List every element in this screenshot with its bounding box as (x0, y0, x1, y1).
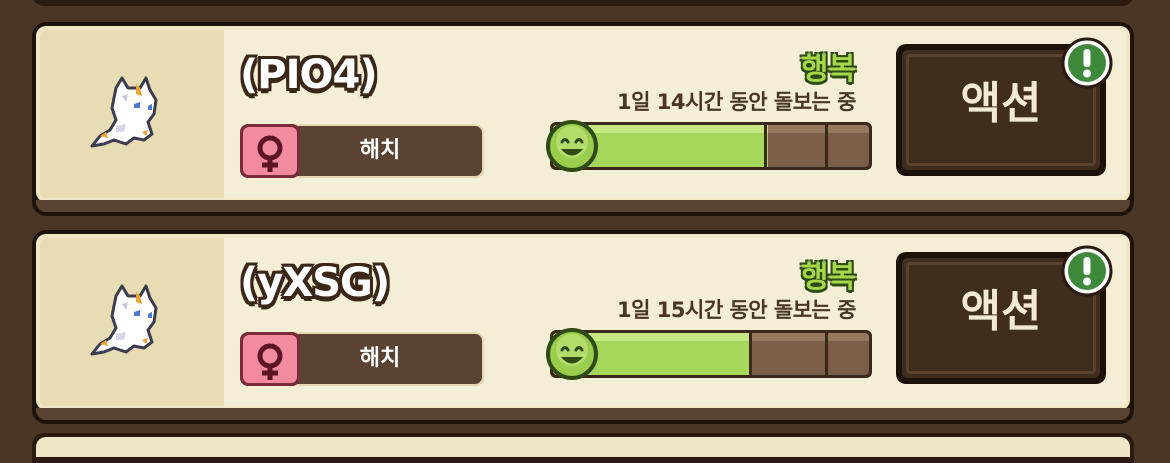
gender-badge-face (243, 127, 297, 175)
pet-card-lip (36, 200, 1130, 212)
pet-portrait (40, 30, 224, 198)
pet-name: (PIO4) (240, 52, 378, 98)
pet-card[interactable]: (PIO4) 해치 행복 1일 14시간 동안 돌보는 중 액션 (32, 22, 1134, 216)
cat-pet-sprite (90, 76, 158, 148)
happiness-bar-divider (825, 333, 828, 375)
pet-card[interactable]: (yXSG) 해치 행복 1일 15시간 동안 돌보는 중 액션 (32, 230, 1134, 424)
pet-stage-label: 해치 (359, 138, 401, 163)
previous-card-edge (32, 0, 1134, 6)
pet-portrait (40, 238, 224, 406)
care-time-text: 1일 14시간 동안 돌보는 중 (617, 90, 856, 114)
exclamation-icon (1061, 37, 1113, 89)
gender-badge (240, 124, 300, 178)
pet-stage-bar: 해치 (240, 124, 484, 178)
pet-card-content: (PIO4) 해치 행복 1일 14시간 동안 돌보는 중 액션 (40, 30, 1126, 198)
happiness-bar-track (553, 333, 869, 375)
next-card-edge (32, 433, 1134, 463)
mood-label: 행복 (800, 52, 856, 87)
cat-pet-sprite (90, 284, 158, 356)
happiness-bar-divider (764, 125, 767, 167)
pet-stage-label: 해치 (359, 346, 401, 371)
female-icon (257, 343, 283, 380)
pet-card-lip (36, 408, 1130, 420)
happiness-bar-divider (749, 333, 752, 375)
happiness-bar-track (553, 125, 869, 167)
smiley-face-icon (546, 120, 598, 172)
care-time-text: 1일 15시간 동안 돌보는 중 (617, 298, 856, 322)
gender-badge-face (243, 335, 297, 383)
gender-badge (240, 332, 300, 386)
exclamation-icon (1061, 245, 1113, 297)
female-icon (257, 135, 283, 172)
mood-label: 행복 (800, 260, 856, 295)
pet-stage-bar: 해치 (240, 332, 484, 386)
happiness-bar-divider (825, 125, 828, 167)
pet-name: (yXSG) (240, 260, 390, 306)
pet-card-content: (yXSG) 해치 행복 1일 15시간 동안 돌보는 중 액션 (40, 238, 1126, 406)
smiley-face-icon (546, 328, 598, 380)
